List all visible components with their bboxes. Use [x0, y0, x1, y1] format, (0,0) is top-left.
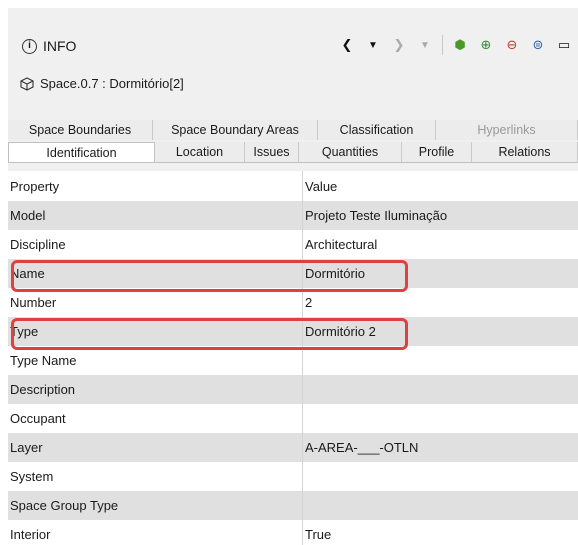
tabs-divider: [8, 162, 578, 163]
value-cell: Projeto Teste Iluminação: [305, 208, 448, 223]
tab-identification[interactable]: Identification: [8, 142, 155, 162]
tab-relations[interactable]: Relations: [472, 142, 578, 162]
selected-object-label: Space.0.7 : Dormitório[2]: [40, 76, 184, 91]
property-cell: Description: [8, 375, 303, 404]
property-cell: Type Name: [8, 346, 303, 375]
value-cell: [303, 346, 578, 375]
value-cell: [303, 404, 578, 433]
property-grid: Property Value Model Projeto Teste Ilumi…: [8, 171, 578, 545]
tab-space-boundaries[interactable]: Space Boundaries: [8, 120, 153, 140]
table-row[interactable]: Type Name: [8, 346, 578, 375]
forward-icon[interactable]: ❯: [390, 36, 408, 54]
tab-location[interactable]: Location: [155, 142, 245, 162]
property-cell: System: [8, 462, 303, 491]
table-row[interactable]: Model Projeto Teste Iluminação: [8, 201, 578, 230]
copy-icon[interactable]: ⊜: [529, 36, 547, 54]
panel-header: i INFO ❮ ▼ ❯ ▼ ⬢ ⊕ ⊖ ⊜ ▭ Space.0.7 : Dor…: [8, 8, 578, 91]
table-row[interactable]: Space Group Type: [8, 491, 578, 520]
table-row[interactable]: Type Dormitório 2: [8, 317, 578, 346]
tab-profile[interactable]: Profile: [402, 142, 472, 162]
tabs-row-back: Space Boundaries Space Boundary Areas Cl…: [8, 120, 578, 140]
table-row[interactable]: Name Dormitório: [8, 259, 578, 288]
tab-space-boundary-areas[interactable]: Space Boundary Areas: [153, 120, 318, 140]
value-cell: 2: [305, 295, 313, 310]
grid-header: Property Value: [8, 171, 578, 201]
panel-title: i INFO: [22, 38, 76, 54]
column-header-value[interactable]: Value: [303, 171, 578, 201]
property-cell: Interior: [8, 520, 303, 545]
window-icon[interactable]: ▭: [555, 36, 573, 54]
table-row[interactable]: Number 2: [8, 288, 578, 317]
value-cell: [303, 462, 578, 491]
column-header-property[interactable]: Property: [8, 171, 303, 201]
property-cell: Layer: [8, 433, 303, 462]
table-row[interactable]: Discipline Architectural: [8, 230, 578, 259]
table-row[interactable]: Layer A-AREA-___-OTLN: [8, 433, 578, 462]
value-cell: True: [305, 527, 332, 542]
property-cell: Number: [8, 288, 303, 317]
tab-classification[interactable]: Classification: [318, 120, 436, 140]
panel-title-label: INFO: [43, 38, 77, 54]
property-cell: Discipline: [8, 230, 303, 259]
space-cube-icon: [20, 76, 34, 91]
selected-object-title: Space.0.7 : Dormitório[2]: [20, 76, 184, 91]
tab-quantities[interactable]: Quantities: [299, 142, 402, 162]
back-dropdown-icon[interactable]: ▼: [364, 36, 382, 54]
value-cell: A-AREA-___-OTLN: [305, 440, 419, 455]
property-cell: Occupant: [8, 404, 303, 433]
objects-icon[interactable]: ⬢: [451, 36, 469, 54]
collapse-all-icon[interactable]: ⊖: [503, 36, 521, 54]
property-cell: Name: [8, 259, 303, 288]
value-cell: Architectural: [305, 237, 378, 252]
table-row[interactable]: Description: [8, 375, 578, 404]
value-cell: [303, 491, 578, 520]
info-icon: i: [22, 38, 37, 54]
tab-hyperlinks[interactable]: Hyperlinks: [436, 120, 578, 140]
table-row[interactable]: System: [8, 462, 578, 491]
expand-all-icon[interactable]: ⊕: [477, 36, 495, 54]
forward-dropdown-icon[interactable]: ▼: [416, 36, 434, 54]
property-cell: Type: [8, 317, 303, 346]
property-cell: Model: [8, 201, 303, 230]
table-row[interactable]: Interior True: [8, 520, 578, 545]
info-panel: i INFO ❮ ▼ ❯ ▼ ⬢ ⊕ ⊖ ⊜ ▭ Space.0.7 : Dor…: [8, 8, 578, 545]
value-cell: Dormitório 2: [305, 324, 376, 339]
value-cell: [303, 375, 578, 404]
table-row[interactable]: Occupant: [8, 404, 578, 433]
value-cell: Dormitório: [305, 266, 365, 281]
tab-issues[interactable]: Issues: [245, 142, 299, 162]
tabs-row-front: Identification Location Issues Quantitie…: [8, 142, 578, 162]
toolbar-separator: [442, 35, 443, 55]
property-cell: Space Group Type: [8, 491, 303, 520]
toolbar: ❮ ▼ ❯ ▼ ⬢ ⊕ ⊖ ⊜ ▭: [338, 35, 573, 55]
back-icon[interactable]: ❮: [338, 36, 356, 54]
